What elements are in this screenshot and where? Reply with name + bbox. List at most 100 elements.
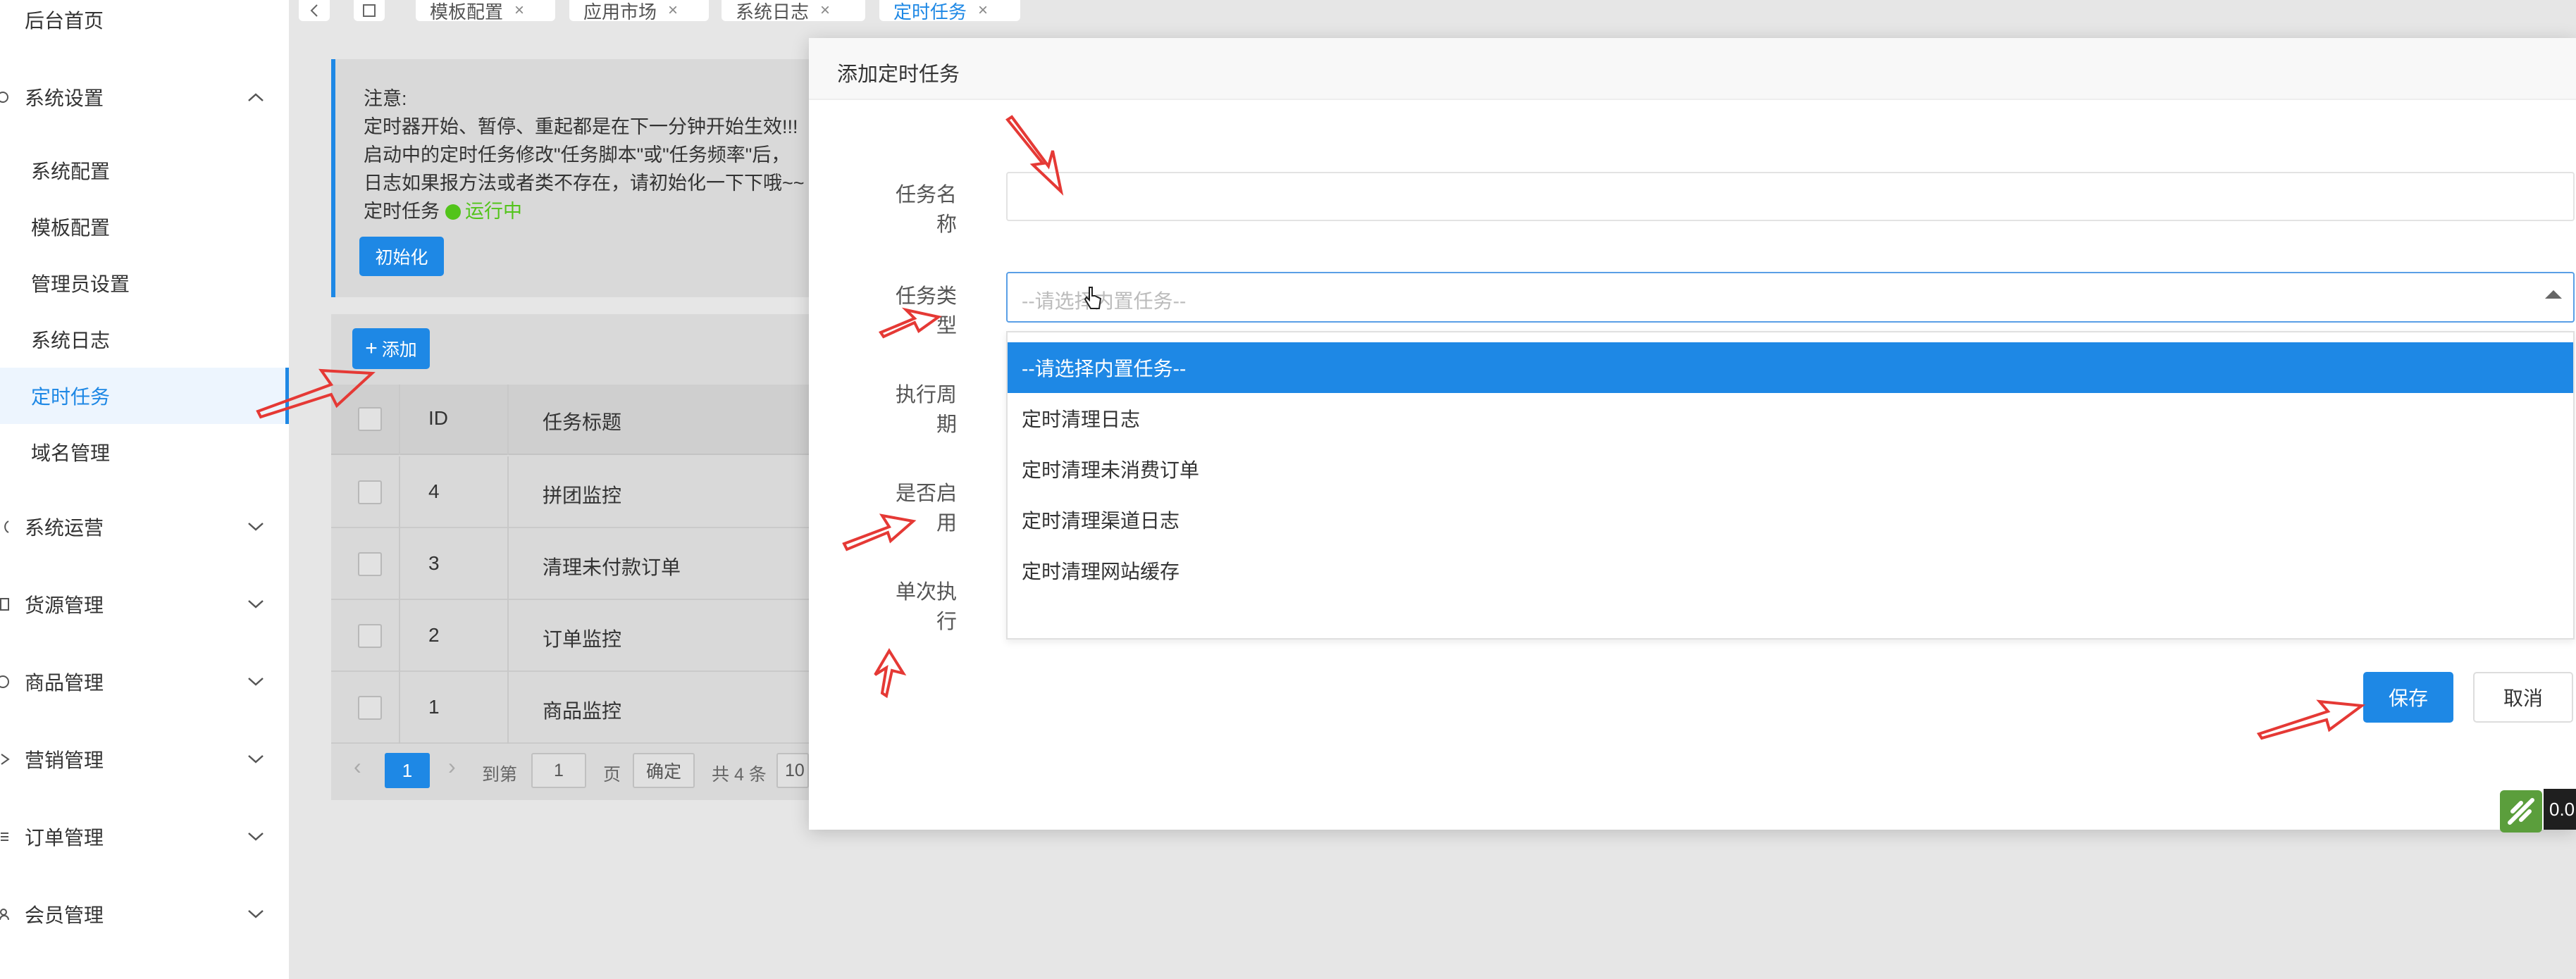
sidebar-group-system-operations[interactable]: 系统运营 bbox=[0, 499, 289, 555]
sidebar-item-label: 营销管理 bbox=[25, 749, 104, 771]
tab-scheduled-tasks[interactable]: 定时任务 × bbox=[879, 0, 1020, 21]
label-line: 任务类 bbox=[895, 285, 957, 308]
sidebar-item-home[interactable]: 后台首页 bbox=[0, 0, 289, 48]
sidebar-item-label: 后台首页 bbox=[25, 10, 104, 32]
tab-scroll-left-button[interactable] bbox=[299, 0, 330, 21]
label-line: 是否启 bbox=[895, 482, 957, 505]
sidebar-group-member-management[interactable]: 会员管理 bbox=[0, 886, 289, 942]
sidebar-item-template-config[interactable]: 模板配置 bbox=[0, 199, 289, 255]
cancel-button[interactable]: 取消 bbox=[2473, 672, 2573, 723]
sidebar-group-product-management[interactable]: 商品管理 bbox=[0, 654, 289, 710]
page-unit-label: 页 bbox=[603, 765, 621, 785]
label-line: 执行周 bbox=[895, 384, 957, 406]
sidebar-item-system-log[interactable]: 系统日志 bbox=[0, 311, 289, 368]
sidebar-group-system-settings[interactable]: 系统设置 bbox=[0, 69, 289, 125]
tab-template-config[interactable]: 模板配置 × bbox=[416, 0, 555, 21]
task-status-label: 定时任务 bbox=[364, 201, 440, 222]
close-icon[interactable]: × bbox=[668, 1, 678, 20]
select-placeholder: --请选择内置任务-- bbox=[1022, 290, 1187, 312]
goto-confirm-button[interactable]: 确定 bbox=[633, 753, 695, 788]
sidebar-item-domain-management[interactable]: 域名管理 bbox=[0, 424, 289, 480]
row-id: 2 bbox=[428, 624, 440, 646]
sidebar-item-label: 管理员设置 bbox=[31, 273, 130, 295]
initialize-button[interactable]: 初始化 bbox=[359, 237, 444, 276]
close-icon[interactable]: × bbox=[820, 1, 830, 20]
label-line: 型 bbox=[936, 315, 957, 337]
tab-bar: 模板配置 × 应用市场 × 系统日志 × 定时任务 × bbox=[289, 0, 2576, 28]
execution-period-label: 执行周 期 bbox=[809, 380, 957, 439]
tab-app-market[interactable]: 应用市场 × bbox=[569, 0, 709, 21]
caret-up-icon bbox=[2545, 290, 2562, 299]
save-button[interactable]: 保存 bbox=[2363, 672, 2453, 723]
modal-title: 添加定时任务 bbox=[837, 63, 960, 86]
notice-line: 启动中的定时任务修改"任务脚本"或"任务频率"后， bbox=[364, 144, 791, 166]
enabled-label: 是否启 用 bbox=[809, 479, 957, 538]
label-line: 称 bbox=[936, 213, 957, 236]
sidebar-item-admin-settings[interactable]: 管理员设置 bbox=[0, 255, 289, 311]
row-id: 1 bbox=[428, 696, 440, 718]
task-type-dropdown: --请选择内置任务-- 定时清理日志 定时清理未消费订单 定时清理渠道日志 定时… bbox=[1006, 331, 2575, 640]
sidebar-item-label: 货源管理 bbox=[25, 594, 104, 616]
close-icon[interactable]: × bbox=[978, 1, 988, 20]
page-size-select[interactable]: 10 bbox=[776, 753, 809, 788]
tab-system-log[interactable]: 系统日志 × bbox=[722, 0, 865, 21]
row-id: 4 bbox=[428, 480, 440, 502]
dropdown-option[interactable]: 定时清理日志 bbox=[1008, 393, 2573, 444]
next-page-icon[interactable]: › bbox=[448, 754, 456, 780]
chevron-down-icon bbox=[245, 671, 266, 692]
task-status: 定时任务 运行中 bbox=[364, 196, 522, 223]
plus-icon: + bbox=[365, 337, 378, 360]
sidebar-item-label: 定时任务 bbox=[31, 386, 111, 408]
select-all-checkbox[interactable] bbox=[358, 407, 382, 431]
column-header-id: ID bbox=[428, 407, 448, 429]
hand-cursor-icon bbox=[1084, 287, 1102, 309]
add-task-button[interactable]: + 添加 bbox=[352, 328, 430, 369]
floating-widget-value: 0.0 bbox=[2544, 789, 2576, 830]
single-execution-label: 单次执 行 bbox=[809, 578, 957, 637]
row-checkbox[interactable] bbox=[358, 696, 382, 720]
current-page-button[interactable]: 1 bbox=[385, 753, 430, 788]
task-type-label: 任务类 型 bbox=[809, 282, 957, 341]
task-type-select[interactable]: --请选择内置任务-- bbox=[1006, 272, 2575, 323]
tab-label: 定时任务 bbox=[893, 1, 967, 22]
dropdown-option[interactable]: 定时清理渠道日志 bbox=[1008, 494, 2573, 545]
chevron-down-icon bbox=[245, 594, 266, 615]
tab-home-button[interactable] bbox=[354, 0, 385, 21]
prev-page-icon[interactable]: ‹ bbox=[354, 754, 361, 780]
dropdown-option[interactable]: 定时清理网站缓存 bbox=[1008, 545, 2573, 596]
total-count: 共 4 条 bbox=[712, 765, 767, 785]
close-icon[interactable]: × bbox=[514, 1, 524, 20]
sidebar-item-label: 系统日志 bbox=[31, 330, 111, 351]
modal-header: 添加定时任务 bbox=[809, 38, 2576, 100]
sidebar-item-scheduled-tasks[interactable]: 定时任务 bbox=[0, 368, 289, 424]
label-line: 期 bbox=[936, 413, 957, 436]
notice-line: 日志如果报方法或者类不存在，请初始化一下下哦~~ bbox=[364, 173, 805, 194]
task-name-input[interactable] bbox=[1006, 172, 2575, 221]
row-checkbox[interactable] bbox=[358, 480, 382, 504]
floating-widget-logo-icon[interactable] bbox=[2500, 790, 2542, 833]
chevron-down-icon bbox=[245, 749, 266, 770]
sidebar-group-marketing-management[interactable]: 营销管理 bbox=[0, 731, 289, 787]
row-id: 3 bbox=[428, 552, 440, 574]
dropdown-option[interactable]: --请选择内置任务-- bbox=[1008, 342, 2573, 393]
goto-page-input[interactable]: 1 bbox=[531, 753, 586, 788]
column-header-title[interactable]: 任务标题 bbox=[543, 407, 621, 435]
row-checkbox[interactable] bbox=[358, 624, 382, 648]
chevron-down-icon bbox=[245, 516, 266, 537]
label-line: 用 bbox=[936, 512, 957, 535]
sidebar-group-supply-management[interactable]: 货源管理 bbox=[0, 576, 289, 632]
task-name-label: 任务名 称 bbox=[809, 180, 957, 239]
sidebar-item-label: 系统设置 bbox=[25, 87, 104, 109]
goto-label: 到第 bbox=[482, 765, 518, 785]
sidebar-item-system-config[interactable]: 系统配置 bbox=[0, 142, 289, 199]
chevron-down-icon bbox=[245, 826, 266, 847]
home-icon bbox=[363, 4, 376, 17]
notice-line: 定时器开始、暂停、重起都是在下一分钟开始生效!!! bbox=[364, 116, 798, 137]
sidebar-group-order-management[interactable]: 订单管理 bbox=[0, 809, 289, 865]
row-checkbox[interactable] bbox=[358, 552, 382, 576]
sidebar-item-label: 模板配置 bbox=[31, 217, 111, 239]
sidebar-item-label: 会员管理 bbox=[25, 904, 104, 926]
row-title: 清理未付款订单 bbox=[543, 556, 681, 578]
tab-label: 应用市场 bbox=[583, 1, 657, 22]
dropdown-option[interactable]: 定时清理未消费订单 bbox=[1008, 444, 2573, 494]
